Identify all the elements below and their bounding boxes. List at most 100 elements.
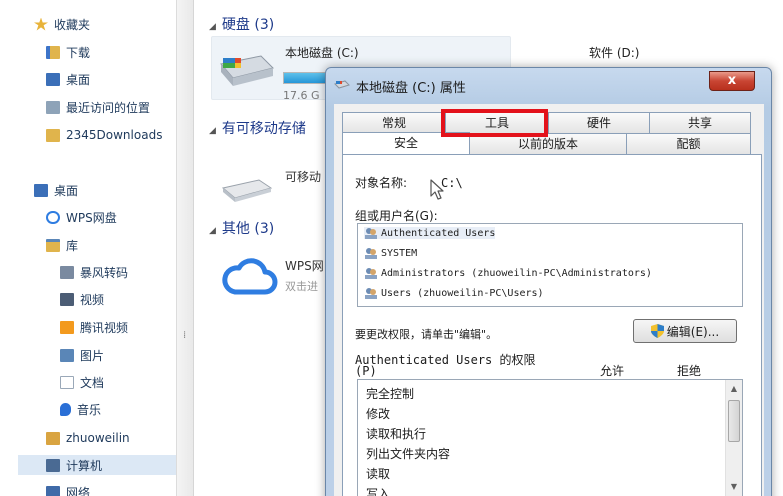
drive-title-icon [334, 80, 350, 89]
user-group-icon [365, 268, 377, 279]
nav-label: 收藏夹 [54, 17, 91, 32]
column-allow: 允许 [600, 364, 625, 378]
users-listbox[interactable]: Authenticated Users SYSTEM Administrator… [357, 223, 743, 307]
folder-icon [46, 128, 60, 142]
nav-pictures[interactable]: 图片 [60, 345, 104, 365]
user-name: Users (zhuoweilin-PC\Users) [381, 287, 544, 299]
nav-label: 最近访问的位置 [66, 100, 151, 115]
uac-shield-icon [650, 324, 664, 338]
user-group-icon [365, 288, 377, 299]
tab-quota[interactable]: 配额 [626, 133, 751, 154]
library-item-icon [60, 265, 74, 279]
object-name-label: 对象名称: [355, 176, 408, 190]
star-icon [34, 17, 48, 31]
nav-2345downloads[interactable]: 2345Downloads [46, 125, 162, 145]
music-note-icon [60, 402, 71, 416]
user-row[interactable]: SYSTEM [364, 247, 417, 259]
mouse-cursor-icon [430, 179, 444, 200]
library-icon [46, 238, 60, 252]
dialog-title: 本地磁盘 (C:) 属性 [356, 81, 466, 96]
collapse-triangle-icon: ◢ [209, 22, 216, 32]
download-folder-icon [46, 45, 60, 59]
wps-cloud-subtitle: 双击进 [285, 280, 318, 293]
nav-label: WPS网盘 [66, 210, 117, 225]
nav-wps-cloud[interactable]: WPS网盘 [46, 207, 117, 227]
drive-c-name: 本地磁盘 (C:) [285, 46, 359, 60]
pane-splitter[interactable]: ⁞ [176, 0, 194, 496]
removable-drive-name[interactable]: 可移动 [285, 168, 321, 185]
document-icon [60, 375, 74, 389]
user-name: Administrators (zhuoweilin-PC\Administra… [381, 267, 652, 279]
drive-d-name[interactable]: 软件 (D:) [589, 44, 639, 61]
picture-icon [60, 348, 74, 362]
scroll-down-arrow-icon[interactable]: ▼ [726, 478, 742, 495]
nav-music[interactable]: 音乐 [60, 399, 101, 419]
nav-label: 文档 [80, 375, 105, 390]
edit-button[interactable]: 编辑(E)... [633, 319, 737, 343]
nav-label: 网络 [66, 485, 91, 496]
nav-videos[interactable]: 视频 [60, 289, 104, 309]
permission-row: 写入 [366, 487, 391, 496]
user-group-icon [365, 248, 377, 259]
nav-desktop[interactable]: 桌面 [34, 180, 78, 200]
group-title: 其他 (3) [221, 221, 275, 237]
tab-sharing[interactable]: 共享 [649, 112, 751, 133]
user-row[interactable]: Authenticated Users [364, 227, 496, 239]
drive-properties-dialog: 本地磁盘 (C:) 属性 x 常规 工具 硬件 共享 安全 以前的版本 配额 对… [325, 67, 772, 496]
nav-label: 下载 [66, 45, 91, 60]
security-tab-panel: 对象名称: C:\ 组或用户名(G): Authenticated Users … [342, 154, 762, 496]
user-group-icon [365, 228, 377, 239]
collapse-triangle-icon: ◢ [209, 126, 216, 136]
network-icon [46, 485, 60, 496]
permissions-for-label: Authenticated Users 的权限 [355, 353, 536, 367]
cloud-icon [46, 210, 60, 224]
nav-label: zhuoweilin [66, 431, 130, 445]
user-name: SYSTEM [381, 247, 418, 259]
group-header-removable[interactable]: ◢ 有可移动存储 [209, 118, 306, 138]
permissions-scrollbar[interactable]: ▲ ▼ [725, 380, 742, 496]
tencent-video-icon [60, 320, 74, 334]
nav-label: 计算机 [66, 458, 103, 473]
nav-baofeng[interactable]: 暴风转码 [60, 262, 128, 282]
group-or-user-label: 组或用户名(G): [355, 209, 438, 223]
drive-c-free-space: 17.6 G [283, 89, 320, 102]
splitter-grip-icon: ⁞ [183, 330, 187, 341]
tab-general[interactable]: 常规 [342, 112, 446, 133]
scroll-up-arrow-icon[interactable]: ▲ [726, 380, 742, 397]
nav-user-folder[interactable]: zhuoweilin [46, 428, 130, 448]
permissions-listbox[interactable]: 完全控制 修改 读取和执行 列出文件夹内容 读取 写入 ▲ ▼ [357, 379, 743, 496]
nav-computer[interactable]: 计算机 [18, 455, 176, 475]
nav-label: 音乐 [77, 402, 102, 417]
nav-label: 库 [66, 238, 79, 253]
hard-drive-icon [220, 55, 274, 86]
desktop-icon [34, 183, 48, 197]
group-header-disks[interactable]: ◢ 硬盘 (3) [209, 14, 274, 34]
nav-libraries[interactable]: 库 [46, 235, 78, 255]
computer-icon [46, 458, 60, 472]
nav-network[interactable]: 网络 [46, 482, 90, 496]
tab-hardware[interactable]: 硬件 [548, 112, 650, 133]
video-icon [60, 292, 74, 306]
group-header-other[interactable]: ◢ 其他 (3) [209, 218, 274, 238]
permission-row: 列出文件夹内容 [366, 447, 451, 461]
nav-desktop-fav[interactable]: 桌面 [46, 69, 90, 89]
wps-cloud-name[interactable]: WPS网 [285, 257, 324, 274]
permission-row: 修改 [366, 407, 391, 421]
nav-downloads[interactable]: 下载 [46, 42, 90, 62]
permission-row: 完全控制 [366, 387, 415, 401]
nav-tencent-video[interactable]: 腾讯视频 [60, 317, 128, 337]
group-title: 有可移动存储 [221, 121, 306, 137]
nav-label: 桌面 [66, 72, 91, 87]
nav-label: 2345Downloads [66, 128, 163, 142]
nav-documents[interactable]: 文档 [60, 372, 104, 392]
scroll-thumb[interactable] [728, 400, 740, 442]
wps-cloud-icon [222, 258, 278, 295]
edit-button-label: 编辑(E)... [666, 324, 720, 339]
user-row[interactable]: Administrators (zhuoweilin-PC\Administra… [364, 267, 652, 279]
nav-favorites[interactable]: 收藏夹 [34, 14, 90, 34]
close-button[interactable]: x [709, 71, 755, 91]
annotation-highlight-box [441, 109, 548, 137]
nav-label: 视频 [80, 292, 105, 307]
user-row[interactable]: Users (zhuoweilin-PC\Users) [364, 287, 544, 299]
nav-recent-places[interactable]: 最近访问的位置 [46, 97, 150, 117]
